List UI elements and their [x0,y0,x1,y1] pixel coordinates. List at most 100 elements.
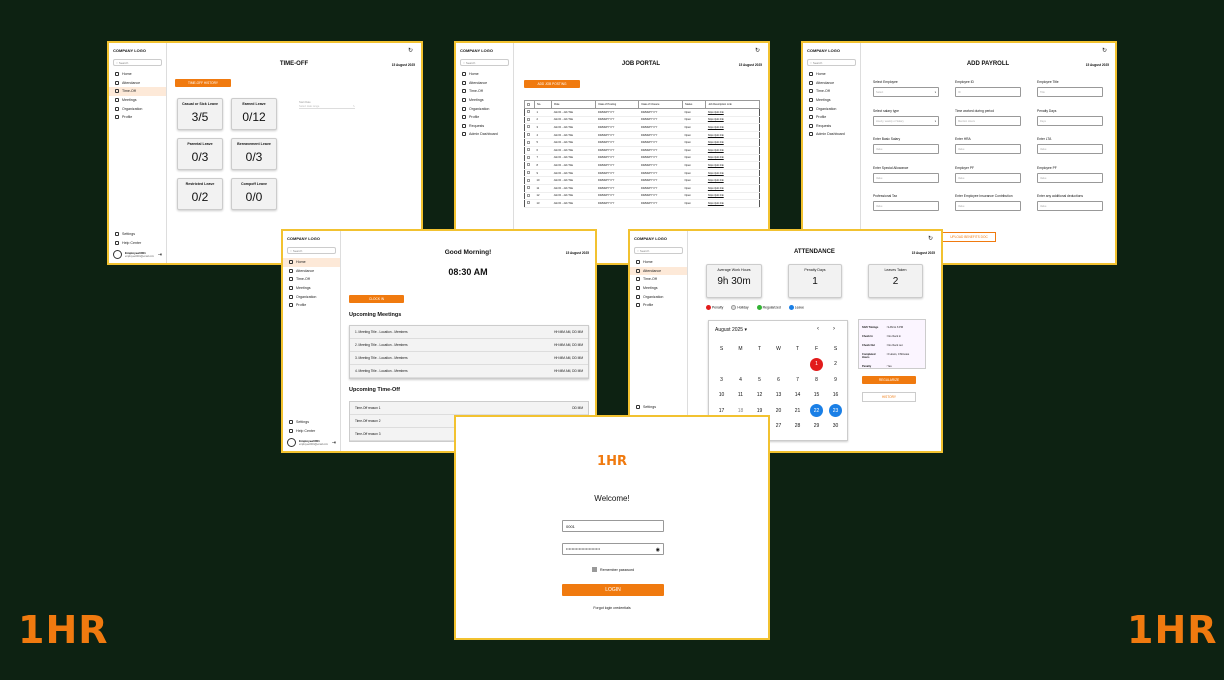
col-select[interactable] [524,100,535,109]
table-cell[interactable]: https://job.link [705,131,760,140]
col-role[interactable]: Role [551,100,597,109]
sidebar-item-profile[interactable]: Profile [283,301,340,310]
sidebar-item-timeoff[interactable]: Time-Off [630,275,687,284]
add-job-button[interactable]: ADD JOB POSTING [524,80,580,88]
history-button[interactable]: HISTORY [862,392,916,402]
regularize-button[interactable]: REGULARIZE [862,376,916,384]
sidebar-item-attendance[interactable]: Attendance [109,79,166,88]
calendar-day[interactable]: 7 [788,372,807,388]
calendar-day[interactable]: 12 [750,388,769,404]
field-input[interactable]: Value [955,172,1021,183]
list-item[interactable]: 2. Meeting Title - Location - Members HH:… [350,339,588,352]
row-select[interactable] [524,131,535,140]
sidebar-item-organization[interactable]: Organization [803,104,860,113]
table-cell[interactable]: https://job.link [705,116,760,125]
sidebar-item-timeoff[interactable]: Time-Off [283,275,340,284]
sidebar-item-organization[interactable]: Organization [456,104,513,113]
sidebar-item-home[interactable]: Home [456,70,513,79]
calendar-day[interactable]: 10 [712,388,731,404]
sidebar-item-home[interactable]: Home [803,70,860,79]
table-row[interactable]: 4 Job ID - Job Title DD/MM/YYYY DD/MM/YYYY O… [524,131,760,140]
table-cell[interactable]: https://job.link [705,154,760,163]
row-select[interactable] [524,154,535,163]
table-row[interactable]: 10 Job ID - Job Title DD/MM/YYYY DD/MM/YYYY… [524,176,760,185]
calendar-day[interactable]: 13 [769,388,788,404]
row-select[interactable] [524,146,535,155]
sidebar-item-admin[interactable]: Admin Dashboard [456,130,513,139]
table-row[interactable]: 2 Job ID - Job Title DD/MM/YYYY DD/MM/YYYY O… [524,116,760,125]
table-row[interactable]: 1 Job ID - Job Title DD/MM/YYYY DD/MM/YYYY O… [524,108,760,117]
table-row[interactable]: 5 Job ID - Job Title DD/MM/YYYY DD/MM/YYYY O… [524,138,760,147]
sidebar-item-profile[interactable]: Profile [630,301,687,310]
field-input[interactable]: Title [1037,87,1103,97]
col-status[interactable]: Status [681,100,707,109]
row-checkbox[interactable] [527,125,530,129]
col-closure[interactable]: Date of Closure [638,100,683,109]
calendar-day[interactable]: 4 [731,372,750,388]
sidebar-item-meetings[interactable]: Meetings [456,96,513,105]
calendar-day[interactable]: 21 [788,403,807,419]
field-input[interactable]: Select ▾ [873,87,939,97]
clock-in-button[interactable]: CLOCK IN [349,295,404,303]
sidebar-item-attendance[interactable]: Attendance [283,267,340,276]
table-cell[interactable]: https://job.link [705,108,760,117]
sidebar-item-home[interactable]: Home [283,258,340,267]
field-input[interactable]: ID [955,87,1021,97]
table-cell[interactable]: https://job.link [705,192,760,201]
field-input[interactable]: Value [1037,172,1103,183]
row-checkbox[interactable] [527,133,530,137]
row-select[interactable] [524,108,535,117]
row-checkbox[interactable] [527,140,530,144]
next-month-icon[interactable]: › [833,326,835,332]
calendar-day[interactable]: 15 [807,388,826,404]
forgot-link[interactable]: Forgot login credentials [456,606,768,610]
row-checkbox[interactable] [527,117,530,121]
username-input[interactable]: 0001 [562,520,664,532]
prev-month-icon[interactable]: ‹ [817,326,819,332]
row-checkbox[interactable] [527,186,530,190]
profile-block[interactable]: Employee0001 employee0001@email.com ⇥ [283,435,340,447]
table-cell[interactable]: https://job.link [705,123,760,132]
col-posting[interactable]: Date of Posting [595,100,640,109]
upload-benefits-button[interactable]: UPLOAD BENEFITS DOC [942,232,996,242]
sidebar-item-profile[interactable]: Profile [803,113,860,122]
search-input[interactable]: ○ Search [634,247,683,254]
field-input[interactable]: Days [1037,115,1103,126]
row-checkbox[interactable] [527,178,530,182]
refresh-icon[interactable]: ↻ [928,235,933,242]
table-row[interactable]: 9 Job ID - Job Title DD/MM/YYYY DD/MM/YYYY O… [524,169,760,178]
remember-row[interactable]: Remember password [592,567,634,572]
row-checkbox[interactable] [527,201,530,205]
calendar-day[interactable]: 5 [750,372,769,388]
refresh-icon[interactable]: ↻ [1102,47,1107,54]
remember-checkbox[interactable] [592,567,597,572]
row-select[interactable] [524,138,535,147]
calendar-day[interactable]: 30 [826,419,845,435]
field-input[interactable]: Value [873,201,939,211]
timeoff-history-button[interactable]: TIME-OFF HISTORY [175,79,231,87]
table-row[interactable]: 11 Job ID - Job Title DD/MM/YYYY DD/MM/YYYY… [524,184,760,193]
calendar-day[interactable]: 23 [826,403,845,419]
table-row[interactable]: 13 Job ID - Job Title DD/MM/YYYY DD/MM/YYYY… [524,199,760,208]
row-select[interactable] [524,184,535,193]
table-cell[interactable]: https://job.link [705,184,760,193]
row-select[interactable] [524,176,535,185]
search-input[interactable]: ○ Search [460,59,509,66]
field-input[interactable]: Value [955,201,1021,211]
list-item[interactable]: 4. Meeting Title - Location - Members HH:… [350,365,588,378]
sidebar-item-timeoff[interactable]: Time-Off [456,87,513,96]
calendar-day[interactable]: 22 [807,403,826,419]
calendar-day[interactable]: 20 [769,403,788,419]
calendar-day[interactable]: 9 [826,372,845,388]
sidebar-item-meetings[interactable]: Meetings [803,96,860,105]
sidebar-item-profile[interactable]: Profile [456,113,513,122]
list-item[interactable]: 1. Meeting Title - Location - Members HH:… [350,326,588,339]
table-row[interactable]: 12 Job ID - Job Title DD/MM/YYYY DD/MM/YYYY… [524,192,760,201]
logout-icon[interactable]: ⇥ [158,252,162,258]
sidebar-item-meetings[interactable]: Meetings [109,96,166,105]
calendar-day[interactable]: 28 [788,419,807,435]
date-range-input[interactable]: Select date range ✎ [299,105,355,109]
select-all-checkbox[interactable] [527,102,530,106]
calendar-day[interactable]: 27 [769,419,788,435]
sidebar-item-home[interactable]: Home [109,70,166,79]
